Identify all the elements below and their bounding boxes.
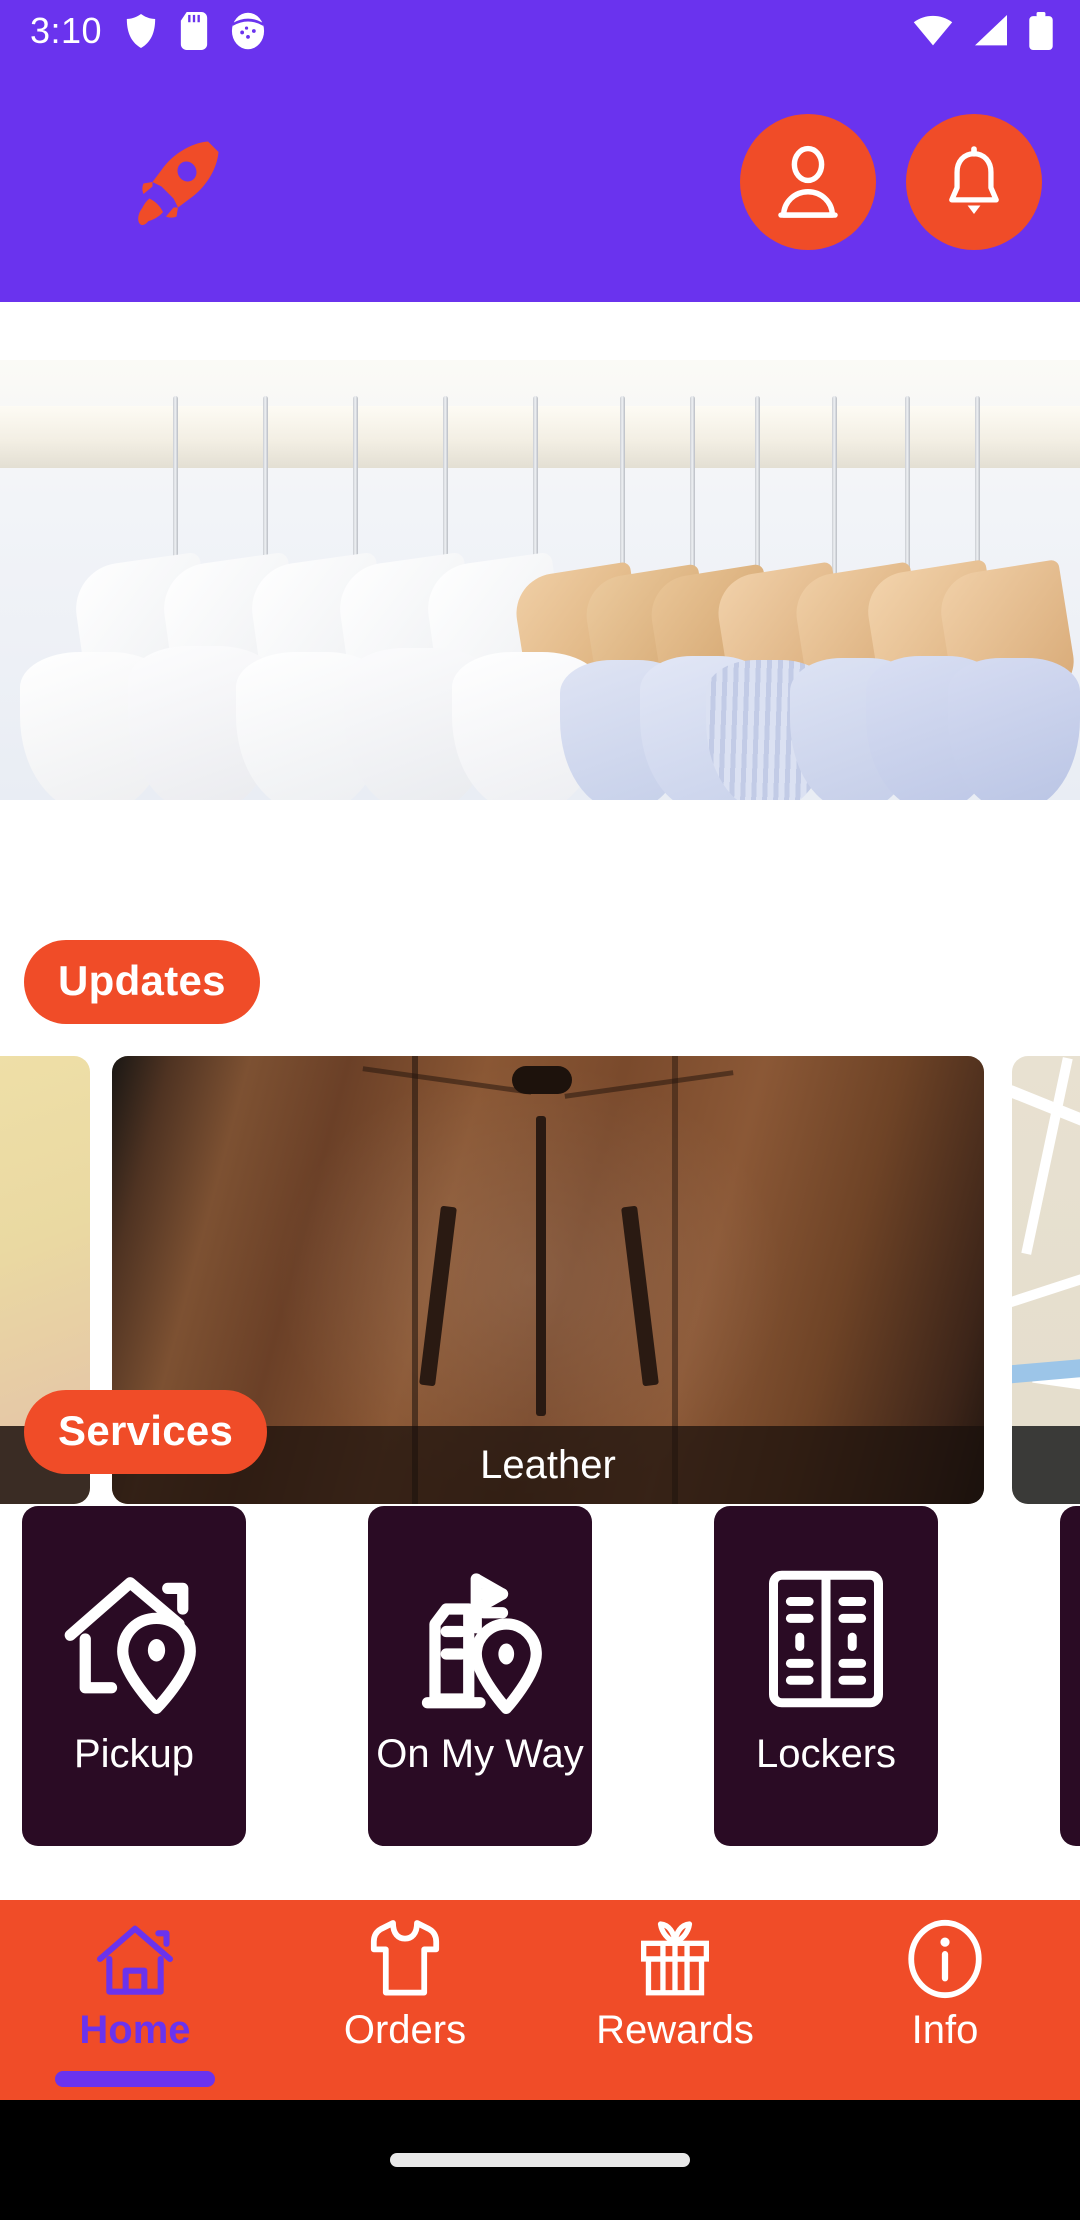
shirt-icon [370,1920,440,1996]
app-badge-icon [232,12,265,50]
service-card-label: Pickup [73,1732,195,1776]
service-card-label: Lockers [755,1732,897,1776]
service-card-label: On My Way [376,1732,584,1776]
wifi-icon [913,15,953,46]
app-header [0,62,1080,302]
nav-item-label: Orders [343,2008,467,2052]
status-bar-right [912,12,1054,50]
status-bar: 3:10 [0,0,1080,62]
nav-item-label: Rewards [596,2008,754,2052]
system-gesture-bar [0,2100,1080,2220]
house-pin-icon [64,1577,196,1714]
active-tab-indicator [55,2071,215,2087]
services-section-label: Services [24,1390,268,1474]
services-header: Services [0,1390,1080,1474]
rocket-logo [138,141,219,225]
bell-icon [949,146,999,214]
nav-item-info[interactable]: Info [810,1918,1080,2053]
updates-section-label: Updates [24,940,260,1024]
services-row[interactable]: Pickup On My Way Lockers [0,1506,1080,1846]
hero-banner-image[interactable] [0,360,1080,800]
gift-icon [640,1921,710,1996]
status-bar-left: 3:10 [30,10,266,52]
service-card-next[interactable] [1060,1506,1080,1846]
shield-icon [126,14,156,48]
account-icon [778,145,838,218]
lockers-icon [769,1570,883,1708]
bottom-navigation: Home Orders Rewards Info [0,1900,1080,2100]
nav-item-home[interactable]: Home [0,1918,270,2087]
sd-card-icon [180,12,208,50]
header-actions [740,114,1042,250]
nav-item-rewards[interactable]: Rewards [540,1918,810,2053]
service-card-pickup[interactable]: Pickup [22,1506,246,1846]
home-indicator[interactable] [390,2153,690,2167]
info-icon [908,1919,982,1999]
updates-header: Updates [0,940,1080,1024]
home-icon [96,1925,174,1995]
status-bar-clock: 3:10 [30,10,103,51]
hero-banner-wrap [0,302,1080,802]
service-card-on-my-way[interactable]: On My Way [368,1506,592,1846]
building-pin-icon [421,1573,542,1714]
service-card-lockers[interactable]: Lockers [714,1506,938,1846]
services-section: Services Pickup On My Way Lockers [0,1390,1080,1846]
notifications-button[interactable] [906,114,1042,250]
nav-item-label: Home [79,2008,191,2052]
nav-item-orders[interactable]: Orders [270,1918,540,2053]
clothes-rail [0,406,1080,468]
account-button[interactable] [740,114,876,250]
battery-icon [1029,12,1053,50]
nav-item-label: Info [911,2008,979,2052]
cellular-signal-icon [975,15,1007,46]
